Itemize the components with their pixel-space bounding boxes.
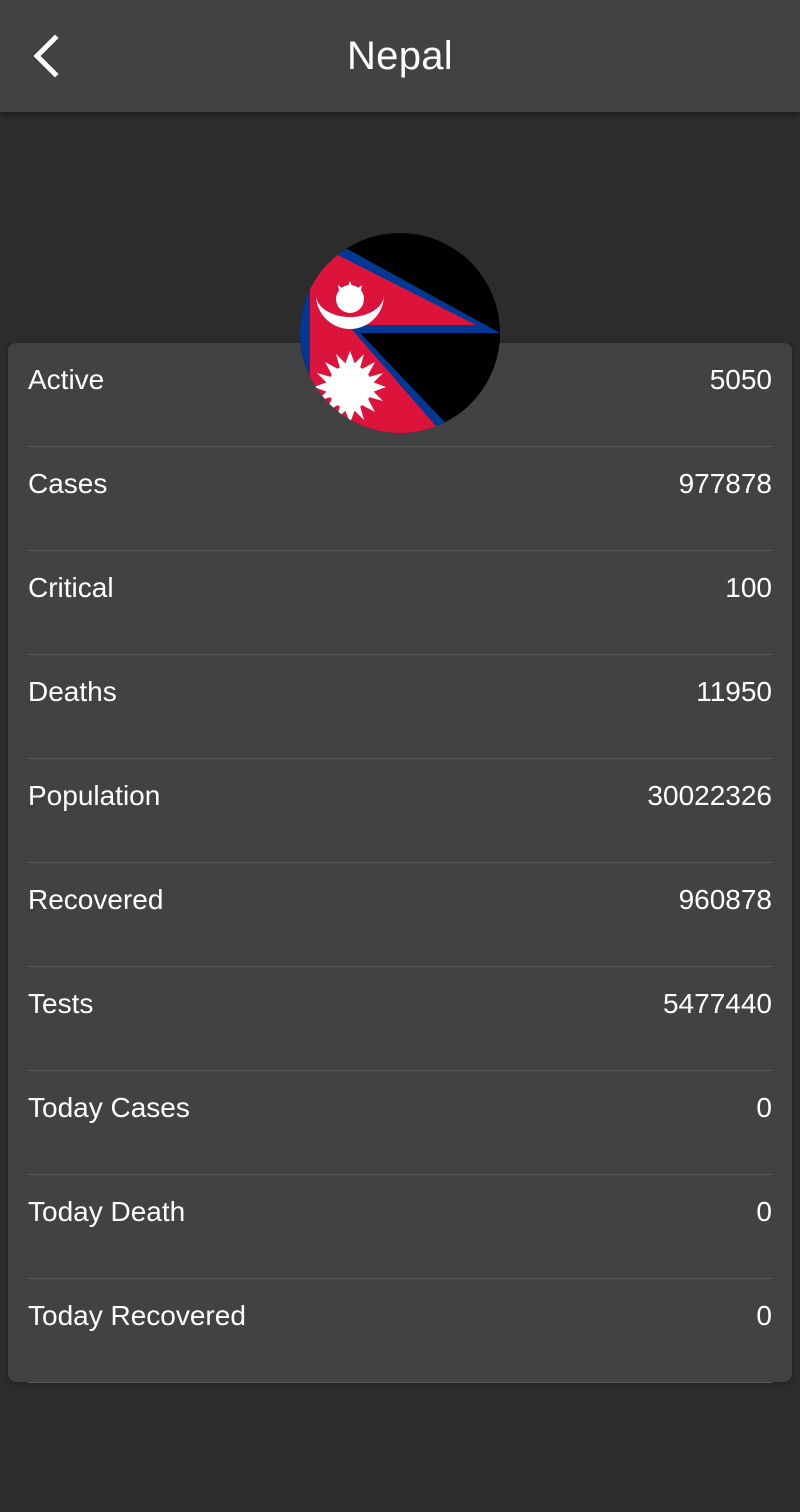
stat-row-population: Population 30022326	[28, 759, 772, 863]
stat-value: 0	[756, 1092, 772, 1123]
stat-value: 0	[756, 1300, 772, 1331]
stat-label: Tests	[28, 988, 94, 1019]
stat-row-cases: Cases 977878	[28, 447, 772, 551]
stat-label: Recovered	[28, 884, 164, 915]
stat-label: Today Death	[28, 1196, 186, 1227]
stat-row-today-recovered: Today Recovered 0	[28, 1279, 772, 1383]
stat-label: Cases	[28, 468, 108, 499]
stat-value: 977878	[678, 468, 772, 499]
stat-value: 5477440	[662, 988, 772, 1019]
stat-row-deaths: Deaths 11950	[28, 655, 772, 759]
stat-label: Critical	[28, 572, 114, 603]
stat-row-tests: Tests 5477440	[28, 967, 772, 1071]
stat-row-today-death: Today Death 0	[28, 1175, 772, 1279]
stat-row-today-cases: Today Cases 0	[28, 1071, 772, 1175]
stat-label: Today Recovered	[28, 1300, 246, 1331]
stat-value: 100	[725, 572, 772, 603]
stat-label: Population	[28, 780, 161, 811]
stats-card: Active 5050 Cases 977878 Critical 100 De…	[8, 343, 792, 1383]
stat-value: 5050	[709, 364, 772, 395]
stat-label: Active	[28, 364, 105, 395]
stats-list: Active 5050 Cases 977878 Critical 100 De…	[28, 343, 772, 1383]
stat-value: 11950	[696, 676, 772, 707]
app-bar: Nepal	[0, 0, 800, 112]
country-flag	[300, 233, 500, 433]
nepal-flag-icon	[300, 233, 500, 433]
stat-row-recovered: Recovered 960878	[28, 863, 772, 967]
stat-value: 30022326	[647, 780, 772, 811]
stat-row-critical: Critical 100	[28, 551, 772, 655]
stat-label: Deaths	[28, 676, 117, 707]
stat-value: 960878	[678, 884, 772, 915]
stat-value: 0	[756, 1196, 772, 1227]
stat-label: Today Cases	[28, 1092, 190, 1123]
page-title: Nepal	[346, 34, 453, 78]
